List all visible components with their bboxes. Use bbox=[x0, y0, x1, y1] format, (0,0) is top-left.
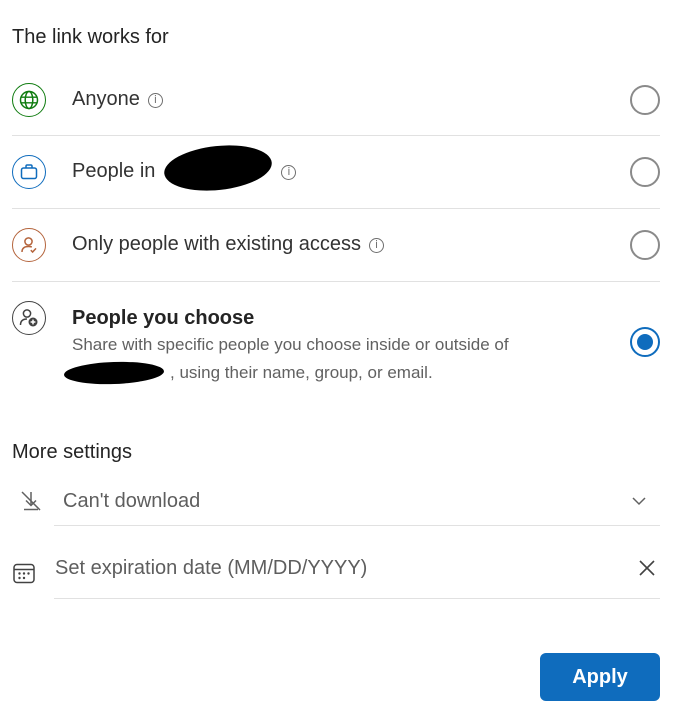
link-works-for-heading: The link works for bbox=[12, 26, 169, 48]
info-icon[interactable]: i bbox=[147, 93, 163, 108]
option-people-in-org[interactable]: People in i bbox=[0, 136, 691, 208]
globe-icon bbox=[12, 83, 46, 117]
radio-people-in-org[interactable] bbox=[630, 157, 660, 187]
download-blocked-icon bbox=[18, 488, 44, 514]
option-people-you-choose-description-line2: , using their name, group, or email. bbox=[170, 363, 433, 382]
radio-people-you-choose[interactable] bbox=[630, 327, 660, 357]
info-icon[interactable]: i bbox=[369, 238, 385, 253]
info-icon[interactable]: i bbox=[281, 165, 297, 180]
close-icon[interactable] bbox=[637, 558, 657, 578]
divider bbox=[54, 598, 660, 599]
redaction-scribble bbox=[161, 140, 275, 196]
divider bbox=[54, 525, 660, 526]
option-people-in-label: People in bbox=[72, 160, 156, 182]
download-setting-dropdown[interactable]: Can't download bbox=[12, 478, 660, 525]
calendar-icon[interactable] bbox=[12, 561, 36, 585]
option-anyone-label: Anyone bbox=[72, 88, 140, 110]
person-add-icon bbox=[12, 301, 46, 335]
chevron-down-icon bbox=[631, 493, 647, 509]
briefcase-icon bbox=[12, 155, 46, 189]
option-anyone[interactable]: Anyone i bbox=[0, 64, 691, 135]
download-setting-value: Can't download bbox=[63, 490, 201, 512]
apply-button[interactable]: Apply bbox=[540, 653, 660, 701]
more-settings-heading: More settings bbox=[12, 441, 133, 463]
redaction-scribble bbox=[63, 360, 165, 386]
option-people-you-choose-label: People you choose bbox=[72, 307, 255, 329]
option-people-you-choose[interactable]: People you choose Share with specific pe… bbox=[0, 282, 691, 400]
option-existing-access-label: Only people with existing access bbox=[72, 233, 362, 255]
radio-anyone[interactable] bbox=[630, 85, 660, 115]
person-check-icon bbox=[12, 228, 46, 262]
radio-existing-access[interactable] bbox=[630, 230, 660, 260]
option-people-you-choose-description-line1: Share with specific people you choose in… bbox=[72, 335, 509, 354]
expiration-date-input[interactable]: Set expiration date (MM/DD/YYYY) bbox=[55, 557, 615, 580]
option-existing-access[interactable]: Only people with existing access i bbox=[0, 209, 691, 281]
